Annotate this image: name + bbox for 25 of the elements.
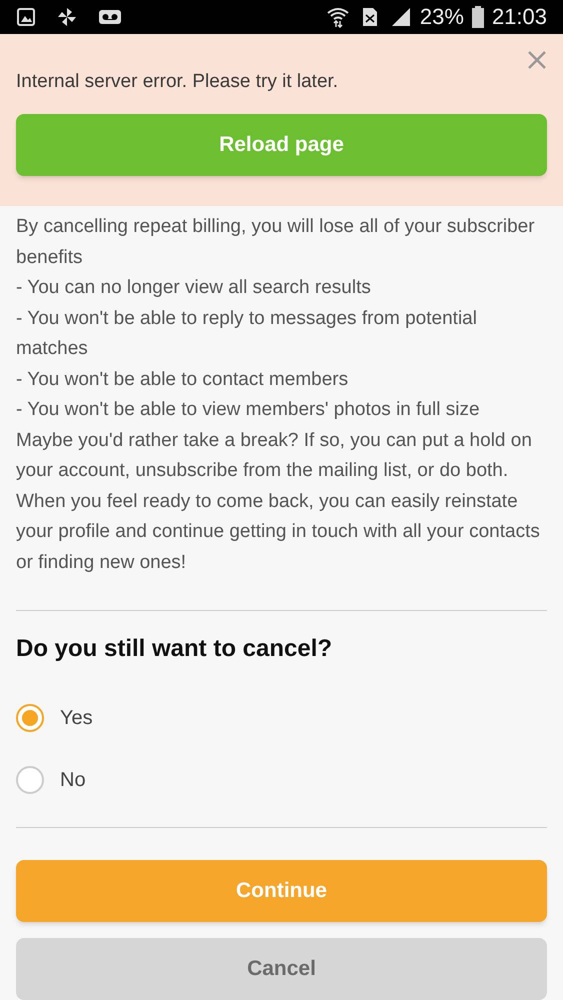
- clock: 21:03: [492, 3, 547, 32]
- question-heading: Do you still want to cancel?: [16, 634, 334, 664]
- image-icon: [16, 6, 36, 27]
- battery-percentage: 23%: [420, 3, 464, 32]
- sim-card-icon: [362, 6, 378, 27]
- body-text: By cancelling repeat billing, you will lose all of your subscriber benefits: [16, 215, 536, 270]
- battery-icon: [472, 6, 484, 28]
- voicemail-icon: [98, 8, 122, 25]
- reload-page-button[interactable]: Reload page: [16, 114, 547, 176]
- continue-button[interactable]: Continue: [16, 860, 547, 922]
- option-label: Yes: [60, 706, 93, 731]
- cancel-button[interactable]: Cancel: [16, 938, 547, 1000]
- radio-button[interactable]: [16, 766, 44, 794]
- body-text: - You won't be able to reply to messages from potential matches: [16, 306, 478, 361]
- error-message: Internal server error. Please try it later.: [16, 70, 338, 94]
- body-text: - You won't be able to view members' photos in full size: [16, 398, 481, 422]
- body-text: - You can no longer view all search results: [16, 276, 372, 300]
- wifi-icon: [326, 6, 350, 28]
- option-label: No: [60, 768, 86, 793]
- pinwheel-icon: [56, 6, 78, 28]
- radio-button[interactable]: [16, 704, 44, 732]
- signal-icon: [390, 6, 412, 27]
- close-icon[interactable]: [527, 50, 547, 70]
- body-text: - You won't be able to contact members: [16, 368, 350, 392]
- body-text: Maybe you'd rather take a break? If so, you can put a hold on your account, unsubscribe from the mailing list, or do both. When you feel ready to come back, you can easily reinstate your profile and continue getting in touch with all your contacts or finding new ones!: [16, 428, 541, 574]
